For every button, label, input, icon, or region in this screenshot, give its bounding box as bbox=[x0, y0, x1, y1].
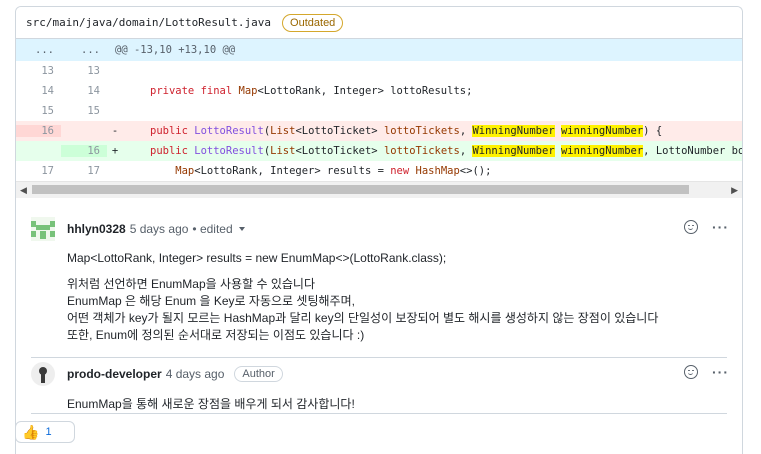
code-token: <>(); bbox=[459, 165, 492, 177]
code-token: private final bbox=[150, 85, 239, 97]
edited-label[interactable]: • edited bbox=[192, 222, 232, 236]
code-token: , LottoNumber bonusBal bbox=[643, 145, 742, 157]
old-line-number[interactable]: 13 bbox=[16, 65, 61, 77]
scroll-right-icon[interactable]: ▶ bbox=[731, 185, 738, 196]
code-token: winningNumber bbox=[560, 125, 644, 137]
comment-header: hhlyn0328 5 days ago • edited bbox=[67, 217, 245, 241]
old-line-number[interactable]: 17 bbox=[16, 165, 61, 177]
more-options-icon[interactable]: ··· bbox=[712, 365, 729, 379]
comment-timestamp[interactable]: 5 days ago bbox=[130, 222, 189, 236]
expand-right[interactable]: ... bbox=[61, 44, 107, 56]
scrollbar-thumb[interactable] bbox=[32, 185, 689, 194]
code-token: winningNumber bbox=[560, 145, 644, 157]
comment-line: Map<LottoRank, Integer> results = new En… bbox=[67, 251, 447, 265]
comment-line: 어떤 객체가 key가 될지 모르는 HashMap과 달리 key의 단일성이… bbox=[67, 311, 659, 325]
code-token: lottoTickets bbox=[383, 145, 460, 157]
thumbs-up-icon: 👍 bbox=[22, 423, 40, 440]
code-token: <LottoTicket> bbox=[295, 125, 384, 137]
old-line-number[interactable]: 15 bbox=[16, 105, 61, 117]
new-line-number[interactable]: 15 bbox=[61, 105, 107, 117]
diff-line-deleted: 16 - public LottoResult(List<LottoTicket> … bbox=[16, 121, 742, 141]
code-token: new bbox=[390, 165, 416, 177]
diff-line: 13 13 bbox=[16, 61, 742, 81]
thumbs-up-reaction-button[interactable]: 👍 1 bbox=[15, 421, 75, 443]
code-content: private final Map<LottoRank, Integer> lo… bbox=[123, 85, 472, 97]
comment-header: prodo-developer 4 days ago Author bbox=[67, 362, 283, 386]
comment-line: EnumMap을 통해 새로운 장점을 배우게 되서 감사합니다! bbox=[67, 397, 355, 411]
reaction-divider bbox=[31, 413, 727, 414]
code-content: public LottoResult(List<LottoTicket> lot… bbox=[123, 145, 742, 157]
file-path-link[interactable]: src/main/java/domain/LottoResult.java bbox=[26, 16, 271, 29]
diff-line: 14 14 private final Map<LottoRank, Integer… bbox=[16, 81, 742, 101]
comment-body: Map<LottoRank, Integer> results = new En… bbox=[67, 250, 658, 344]
diff-line: 15 15 bbox=[16, 101, 742, 121]
diff-line-added: 16 + public LottoResult(List<LottoTicket> … bbox=[16, 141, 742, 161]
comment-actions: ··· bbox=[684, 365, 729, 379]
code-token: <LottoRank, Integer> results = bbox=[194, 165, 391, 177]
diff-marker: + bbox=[111, 145, 119, 157]
code-token: <LottoRank, Integer> lottoResults; bbox=[257, 85, 473, 97]
new-line-number[interactable]: 14 bbox=[61, 85, 107, 97]
code-content: public LottoResult(List<LottoTicket> lot… bbox=[123, 125, 662, 137]
hunk-range: @@ -13,10 +13,10 @@ bbox=[115, 44, 236, 56]
avatar-image[interactable] bbox=[31, 362, 55, 386]
code-token: LottoResult bbox=[194, 125, 264, 137]
comment-line: EnumMap 은 해당 Enum 을 Key로 자동으로 셋팅해주며, bbox=[67, 294, 355, 308]
comment-line: 또한, Enum에 정의된 순서대로 저장되는 이점도 있습니다 :) bbox=[67, 328, 365, 342]
diff-snippet: ... ... @@ -13,10 +13,10 @@ 13 13 14 14 priv… bbox=[16, 39, 742, 181]
code-token: List bbox=[270, 145, 296, 157]
code-content: Map<LottoRank, Integer> results = new Ha… bbox=[123, 165, 491, 177]
code-token: Map bbox=[238, 85, 258, 97]
new-line-number[interactable]: 13 bbox=[61, 65, 107, 77]
diff-marker: - bbox=[111, 125, 119, 137]
comment-timestamp[interactable]: 4 days ago bbox=[166, 367, 225, 381]
code-token: , bbox=[459, 125, 473, 137]
code-token: public bbox=[150, 125, 195, 137]
code-token: ) { bbox=[643, 125, 663, 137]
outdated-badge: Outdated bbox=[282, 13, 344, 32]
file-header: src/main/java/domain/LottoResult.java Ou… bbox=[16, 7, 742, 39]
more-options-icon[interactable]: ··· bbox=[712, 220, 729, 234]
comment-line: 위처럼 선언하면 EnumMap을 사용할 수 있습니다 bbox=[67, 277, 316, 291]
code-token: Map bbox=[150, 165, 195, 177]
code-token: LottoResult bbox=[194, 145, 264, 157]
horizontal-scrollbar[interactable]: ◀ ▶ bbox=[16, 181, 742, 198]
new-line-number[interactable]: 16 bbox=[61, 145, 107, 157]
comment-author[interactable]: hhlyn0328 bbox=[67, 222, 126, 236]
review-thread: src/main/java/domain/LottoResult.java Ou… bbox=[15, 6, 743, 454]
expand-left[interactable]: ... bbox=[16, 44, 61, 56]
diff-line: 17 17 Map<LottoRank, Integer> results = n… bbox=[16, 161, 742, 181]
code-token: List bbox=[270, 125, 296, 137]
code-token: <LottoTicket> bbox=[295, 145, 384, 157]
comment-actions: ··· bbox=[684, 220, 729, 234]
old-line-number[interactable]: 16 bbox=[16, 125, 61, 137]
code-token: lottoTickets bbox=[383, 125, 460, 137]
code-token: WinningNumber bbox=[472, 125, 555, 137]
add-reaction-icon[interactable] bbox=[684, 220, 698, 234]
comment-divider bbox=[31, 357, 727, 358]
new-line-number[interactable]: 17 bbox=[61, 165, 107, 177]
code-token: HashMap bbox=[415, 165, 460, 177]
add-reaction-icon[interactable] bbox=[684, 365, 698, 379]
code-token: public bbox=[150, 145, 195, 157]
scroll-left-icon[interactable]: ◀ bbox=[20, 185, 27, 196]
reaction-count: 1 bbox=[45, 426, 52, 438]
comment-body: EnumMap을 통해 새로운 장점을 배우게 되서 감사합니다! bbox=[67, 396, 355, 413]
chevron-down-icon[interactable] bbox=[238, 227, 245, 231]
code-token: , bbox=[459, 145, 473, 157]
hunk-header[interactable]: ... ... @@ -13,10 +13,10 @@ bbox=[16, 39, 742, 61]
old-line-number[interactable]: 14 bbox=[16, 85, 61, 97]
comment-author[interactable]: prodo-developer bbox=[67, 367, 162, 381]
code-token: WinningNumber bbox=[472, 145, 555, 157]
author-badge: Author bbox=[234, 366, 283, 382]
avatar-identicon[interactable] bbox=[31, 217, 55, 241]
